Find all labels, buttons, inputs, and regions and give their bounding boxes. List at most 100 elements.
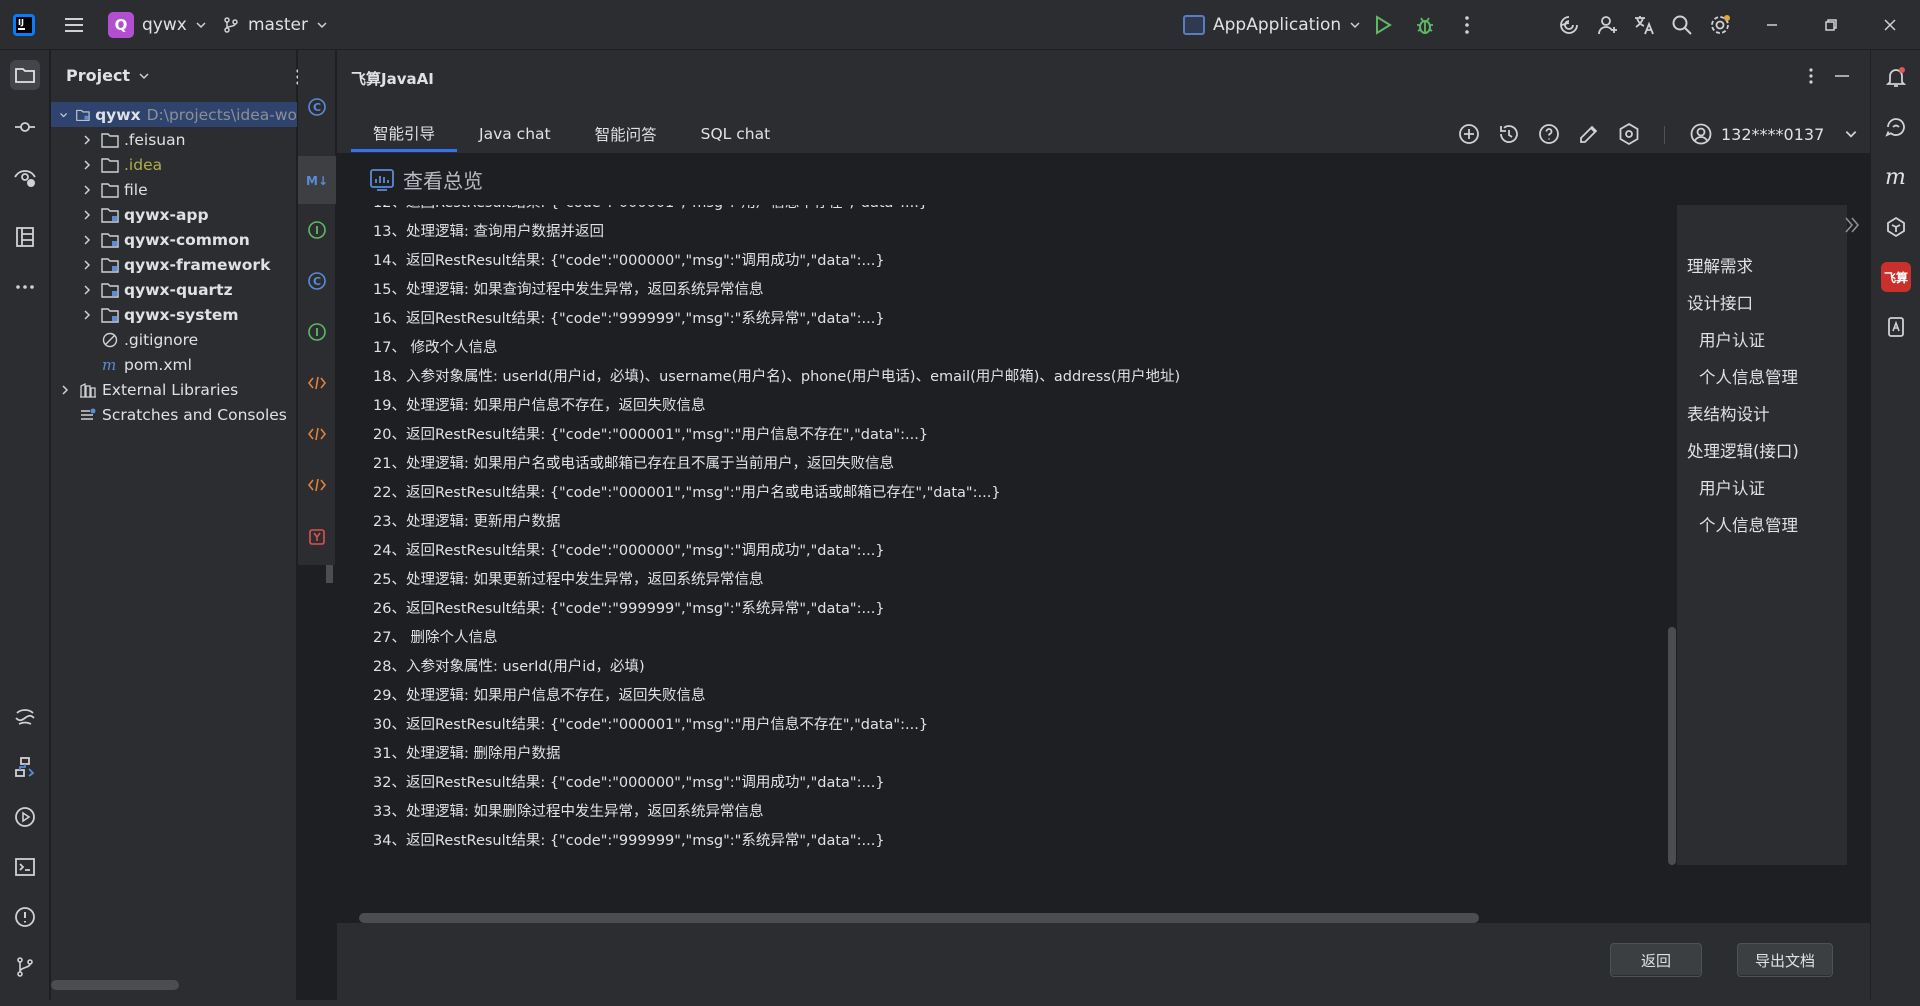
tab-smart-guide[interactable]: 智能引导 [351, 116, 458, 152]
copilot-button[interactable] [1881, 212, 1911, 242]
main-menu-icon[interactable] [62, 13, 86, 37]
document-line: 21、处理逻辑: 如果用户名或电话或邮箱已存在且不属于当前用户，返回失败信息 [373, 456, 894, 472]
database-icon [1888, 317, 1904, 337]
toc-item[interactable]: 表结构设计 [1687, 396, 1799, 433]
tree-item-pom-xml[interactable]: m pom.xml [51, 352, 297, 377]
toc-item[interactable]: 理解需求 [1687, 248, 1799, 285]
services-tool-button[interactable] [10, 752, 40, 782]
tree-item-feisuan[interactable]: .feisuan [51, 127, 297, 152]
toc-item[interactable]: 个人信息管理 [1687, 359, 1799, 396]
more-icon[interactable] [1455, 13, 1479, 37]
tree-item-idea[interactable]: .idea [51, 152, 297, 177]
document-line: 24、返回RestResult结果: {"code":"000000","msg… [373, 543, 885, 559]
feisuan-button[interactable]: 飞算 [1881, 262, 1911, 292]
tree-item-scratches[interactable]: Scratches and Consoles [51, 402, 297, 427]
vertical-scrollbar-thumb[interactable] [1668, 627, 1676, 865]
run-tool-button[interactable] [10, 802, 40, 832]
run-icon[interactable] [1371, 13, 1395, 37]
help-icon[interactable] [1537, 122, 1561, 146]
back-button[interactable]: 返回 [1610, 943, 1702, 977]
minimize-icon[interactable] [1760, 13, 1784, 37]
run-configuration-name: AppApplication [1213, 15, 1342, 35]
project-tool-button[interactable] [10, 60, 40, 90]
tree-item-gitignore[interactable]: .gitignore [51, 327, 297, 352]
class-file-tab[interactable]: C [306, 270, 328, 292]
new-session-icon[interactable] [1457, 122, 1481, 146]
tab-smart-qa[interactable]: 智能问答 [573, 116, 679, 152]
markdown-file-tab[interactable]: M↓ [306, 169, 328, 191]
interface-file-tab[interactable] [306, 321, 328, 343]
horizontal-scrollbar[interactable] [359, 913, 1479, 923]
project-view-selector[interactable]: Project [66, 66, 150, 85]
feisuan-javaai-panel: 飞算JavaAI 智能引导 Java chat 智能问答 SQL chat 13… [337, 50, 1870, 1000]
close-icon[interactable] [1878, 13, 1902, 37]
commit-tool-button[interactable] [10, 112, 40, 142]
tree-item-external-libraries[interactable]: External Libraries [51, 377, 297, 402]
debug-icon[interactable] [1413, 13, 1437, 37]
git-tool-button[interactable] [10, 952, 40, 982]
tree-item-label: Scratches and Consoles [102, 405, 287, 424]
document-line: 16、返回RestResult结果: {"code":"999999","msg… [373, 311, 885, 327]
chevron-down-icon [317, 22, 327, 29]
add-user-icon[interactable] [1596, 13, 1620, 37]
more-icon[interactable] [1807, 67, 1815, 85]
toc-item[interactable]: 用户认证 [1687, 322, 1799, 359]
vertical-scrollbar[interactable] [1668, 205, 1676, 865]
tree-item-qywx-app[interactable]: qywx-app [51, 202, 297, 227]
markdown-icon: M↓ [306, 174, 328, 188]
eye-question-icon [14, 170, 36, 187]
tab-sql-chat[interactable]: SQL chat [679, 116, 793, 152]
maven-button[interactable]: m [1881, 162, 1911, 192]
tree-item-label: .gitignore [124, 330, 199, 349]
class-file-tab[interactable]: C [306, 96, 328, 118]
database-button[interactable] [1881, 312, 1911, 342]
problems-tool-button[interactable] [10, 902, 40, 932]
toc-item[interactable]: 个人信息管理 [1687, 507, 1799, 544]
translate-icon[interactable] [1632, 13, 1656, 37]
history-icon[interactable] [1497, 122, 1521, 146]
ai-review-tool-button[interactable] [10, 162, 40, 192]
horizontal-scrollbar[interactable] [51, 980, 179, 990]
tree-item-label: file [124, 180, 148, 199]
module-folder-icon [101, 257, 119, 273]
export-document-button[interactable]: 导出文档 [1737, 943, 1833, 977]
tree-item-qywx-system[interactable]: qywx-system [51, 302, 297, 327]
chevron-right-icon [84, 209, 91, 220]
yaml-file-tab[interactable] [306, 526, 328, 548]
xml-file-tab[interactable] [306, 423, 328, 445]
search-icon[interactable] [1670, 13, 1694, 37]
tree-item-qywx-quartz[interactable]: qywx-quartz [51, 277, 297, 302]
edit-icon[interactable] [1577, 122, 1601, 146]
tree-item-file[interactable]: file [51, 177, 297, 202]
settings-icon[interactable] [1617, 122, 1641, 146]
ai-assistant-icon[interactable] [1557, 13, 1581, 37]
user-account-menu[interactable]: 132****0137 [1689, 116, 1858, 152]
interface-file-tab[interactable] [306, 219, 328, 241]
tab-java-chat[interactable]: Java chat [457, 116, 573, 152]
tree-item-label: .idea [124, 155, 163, 174]
tree-item-qywx-framework[interactable]: qywx-framework [51, 252, 297, 277]
toc-item[interactable]: 用户认证 [1687, 470, 1799, 507]
settings-icon[interactable] [1708, 13, 1732, 37]
hide-panel-icon[interactable] [1834, 67, 1850, 85]
branch-selector[interactable]: master [222, 11, 328, 39]
tree-item-label: pom.xml [124, 355, 192, 374]
notifications-button[interactable] [1881, 62, 1911, 92]
structure-tool-button[interactable] [10, 222, 40, 252]
restore-icon[interactable] [1819, 13, 1843, 37]
more-tools-button[interactable] [10, 272, 40, 302]
run-configuration-selector[interactable]: AppApplication [1183, 11, 1361, 39]
git-branch-icon [224, 17, 238, 33]
terminal-tool-button[interactable] [10, 852, 40, 882]
project-selector[interactable]: Q qywx [108, 11, 207, 39]
view-overview-button[interactable]: 查看总览 [369, 165, 483, 194]
ai-tool-button[interactable] [10, 702, 40, 732]
xml-file-tab[interactable] [306, 372, 328, 394]
toc-item[interactable]: 处理逻辑(接口) [1687, 433, 1799, 470]
ai-chat-button[interactable] [1881, 112, 1911, 142]
double-chevron-right-icon[interactable] [1842, 213, 1862, 237]
tree-item-qywx[interactable]: qywx D:\projects\idea-wo [51, 102, 297, 127]
tree-item-qywx-common[interactable]: qywx-common [51, 227, 297, 252]
toc-item[interactable]: 设计接口 [1687, 285, 1799, 322]
xml-file-tab[interactable] [306, 474, 328, 496]
